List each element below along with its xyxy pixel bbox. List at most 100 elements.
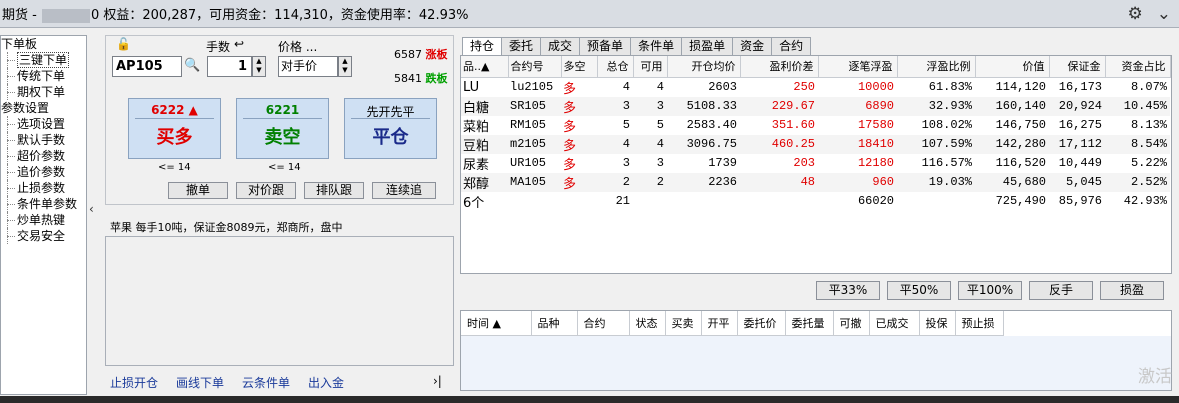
table-cell: 5 <box>656 118 664 132</box>
expand-right-icon[interactable]: ›| <box>433 374 442 388</box>
tree-item-chase-price[interactable]: 追价参数 <box>1 164 86 180</box>
table-cell: 108.02% <box>921 118 972 132</box>
tree-item-stop-loss[interactable]: 止损参数 <box>1 180 86 196</box>
column-header[interactable]: 开仓均价 <box>667 56 741 78</box>
tree-item-security[interactable]: 交易安全 <box>1 228 86 244</box>
table-cell: 2583.40 <box>686 118 737 132</box>
column-header[interactable]: 可用 <box>633 56 668 78</box>
orders-column-header[interactable]: 买卖 <box>665 311 702 336</box>
orders-empty-area <box>461 335 1171 390</box>
draw-line-order-link[interactable]: 画线下单 <box>176 374 224 391</box>
table-cell: 3 <box>656 156 664 170</box>
price-type-select[interactable]: 对手价 <box>278 56 338 77</box>
cloud-conditional-link[interactable]: 云条件单 <box>242 374 290 391</box>
orders-column-header[interactable]: 可撤 <box>833 311 870 336</box>
table-cell: 4 <box>633 134 667 154</box>
tree-group-settings[interactable]: 参数设置 <box>1 100 86 116</box>
lock-icon[interactable]: 🔓 <box>116 37 131 51</box>
orders-column-header[interactable]: 品种 <box>531 311 578 336</box>
table-cell: 3 <box>597 96 633 116</box>
table-row[interactable]: 白糖 SR105 多 3 3 5108.33 229.67 6890 32.93% 160,140… <box>461 96 1170 116</box>
close-33-button[interactable]: 平33% <box>816 281 880 300</box>
tree-item-overprice[interactable]: 超价参数 <box>1 148 86 164</box>
table-cell: 郑醇 <box>461 172 508 192</box>
total-cell <box>633 192 667 211</box>
table-cell: 2236 <box>667 172 740 192</box>
column-header[interactable]: 浮盈比例 <box>897 56 976 78</box>
tab-orders[interactable]: 委托 <box>501 37 542 55</box>
table-cell: 2 <box>597 172 633 192</box>
column-header[interactable]: 多空 <box>561 56 598 78</box>
chevron-down-icon[interactable]: ⌄ <box>1157 4 1171 24</box>
search-icon[interactable]: 🔍 <box>184 58 200 73</box>
account-summary: 期货 - 0 权益：200,287，可用资金：114,310，资金使用率：42.… <box>0 4 468 23</box>
tab-positions[interactable]: 持仓 <box>462 37 503 56</box>
tree-item-traditional-order[interactable]: 传统下单 <box>1 68 86 84</box>
tree-group-order[interactable]: 下单板 <box>1 36 86 52</box>
column-header[interactable]: 合约号 <box>508 56 562 78</box>
table-cell: 107.59% <box>897 134 975 154</box>
stop-loss-open-link[interactable]: 止损开仓 <box>110 374 158 391</box>
transfer-funds-link[interactable]: 出入金 <box>308 374 344 391</box>
table-row[interactable]: 豆粕 m2105 多 4 4 3096.75 460.25 18410 107.59% 142,2… <box>461 134 1170 154</box>
close-50-button[interactable]: 平50% <box>887 281 951 300</box>
stop-profit-button[interactable]: 损盈 <box>1100 281 1164 300</box>
tab-stop-profit[interactable]: 损盈单 <box>681 37 734 55</box>
sell-short-button[interactable]: 6221 卖空 <box>236 98 329 159</box>
follow-counter-button[interactable]: 对价跟 <box>236 182 296 199</box>
column-header[interactable]: 盈利价差 <box>740 56 819 78</box>
table-row[interactable]: 尿素 UR105 多 3 3 1739 203 12180 116.57% 116,520 10,4… <box>461 154 1170 173</box>
collapse-left-icon[interactable]: ‹ <box>89 202 94 216</box>
column-header[interactable]: 保证金 <box>1049 56 1106 78</box>
tree-item-three-key-order[interactable]: 三键下单 <box>1 52 86 68</box>
orders-column-header[interactable]: 时间 ▲ <box>461 311 532 336</box>
tree-item-conditional[interactable]: 条件单参数 <box>1 196 86 212</box>
orders-column-header[interactable]: 预止损 <box>955 311 1004 336</box>
orders-column-header[interactable]: 投保 <box>919 311 956 336</box>
column-header[interactable]: 品..▲ <box>461 56 509 78</box>
gear-icon[interactable]: ⚙ <box>1128 4 1143 24</box>
tab-contracts[interactable]: 合约 <box>771 37 812 55</box>
orders-column-header[interactable]: 开平 <box>701 311 738 336</box>
close-100-button[interactable]: 平100% <box>958 281 1022 300</box>
table-row[interactable]: LU lu2105 多 4 4 2603 250 10000 61.83% 114,120 16,1… <box>461 77 1170 97</box>
column-header[interactable]: 逐笔浮盈 <box>818 56 898 78</box>
account-suffix: 0 <box>90 8 100 23</box>
tab-trades[interactable]: 成交 <box>540 37 581 55</box>
tree-item-hotkeys[interactable]: 炒单热键 <box>1 212 86 228</box>
orders-column-header[interactable]: 委托量 <box>785 311 834 336</box>
table-row[interactable]: 菜粕 RM105 多 5 5 2583.40 351.60 17580 108.02% 146,7… <box>461 116 1170 135</box>
orders-column-header[interactable]: 委托价 <box>737 311 786 336</box>
buy-long-button[interactable]: 6222 ▲ 买多 <box>128 98 221 159</box>
close-position-button[interactable]: 先开先平 平仓 <box>344 98 437 159</box>
sell-price: 6221 <box>243 99 322 119</box>
contract-code-input[interactable]: AP105 <box>112 56 182 77</box>
tree-item-default-qty[interactable]: 默认手数 <box>1 132 86 148</box>
total-cell: 66020 <box>857 194 894 208</box>
qty-input[interactable]: 1 <box>207 56 252 77</box>
continuous-chase-button[interactable]: 连续追 <box>372 182 436 199</box>
tree-item-option-order[interactable]: 期权下单 <box>1 84 86 100</box>
table-cell: 4 <box>656 80 664 94</box>
table-cell: 尿素 <box>463 157 490 173</box>
buy-label: 买多 <box>156 127 193 148</box>
column-header[interactable]: 资金占比 <box>1105 56 1171 78</box>
tab-conditional[interactable]: 条件单 <box>630 37 683 55</box>
tab-prepared[interactable]: 预备单 <box>579 37 632 55</box>
orders-column-header[interactable]: 合约 <box>577 311 630 336</box>
return-icon[interactable]: ↩ <box>234 37 244 51</box>
column-header[interactable]: 价值 <box>975 56 1050 78</box>
follow-queue-button[interactable]: 排队跟 <box>304 182 364 199</box>
cancel-order-button[interactable]: 撤单 <box>168 182 228 199</box>
tab-funds[interactable]: 资金 <box>732 37 773 55</box>
qty-stepper[interactable]: ▲ ▼ <box>252 56 266 77</box>
tree-item-options[interactable]: 选项设置 <box>1 116 86 132</box>
price-label[interactable]: 价格 ... <box>278 38 317 55</box>
price-stepper[interactable]: ▲ ▼ <box>338 56 352 77</box>
reverse-button[interactable]: 反手 <box>1029 281 1093 300</box>
column-header[interactable]: 总仓 <box>597 56 634 78</box>
orders-column-header[interactable]: 状态 <box>629 311 666 336</box>
table-row[interactable]: 郑醇 MA105 多 2 2 2236 48 960 19.03% 45,680 5,045 2.52… <box>461 172 1170 192</box>
orders-column-header[interactable]: 已成交 <box>869 311 920 336</box>
settings-tree: 下单板 三键下单 传统下单 期权下单 参数设置 选项设置 默认手数 超价参数 追… <box>0 35 87 395</box>
